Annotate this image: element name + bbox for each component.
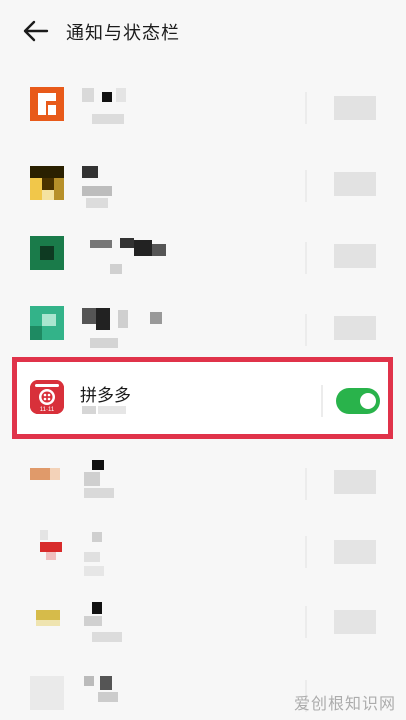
top-bar: 通知与状态栏 (0, 0, 406, 62)
back-arrow-icon[interactable] (22, 18, 50, 44)
pinduoduo-app-icon: 11·11 (30, 380, 64, 414)
divider (321, 385, 323, 417)
app-icon (30, 166, 64, 200)
app-icon (30, 306, 64, 340)
divider (305, 314, 307, 346)
notification-toggle[interactable] (334, 244, 376, 268)
app-icon (30, 87, 64, 121)
notification-toggle[interactable] (334, 540, 376, 564)
notification-toggle[interactable] (334, 96, 376, 120)
app-icon (30, 530, 64, 564)
notification-toggle-switch[interactable] (336, 388, 380, 414)
app-name: 拼多多 (80, 386, 131, 406)
app-icon (30, 236, 64, 270)
divider (305, 468, 307, 500)
toggle-knob (360, 393, 376, 409)
page-title: 通知与状态栏 (66, 23, 180, 44)
app-subtitle-redacted (82, 406, 128, 415)
divider (305, 242, 307, 274)
divider (305, 536, 307, 568)
notification-toggle[interactable] (334, 610, 376, 634)
app-icon (30, 460, 64, 494)
app-icon (30, 600, 64, 634)
notification-toggle[interactable] (334, 172, 376, 196)
watermark-text: 爱创根知识网 (293, 694, 396, 713)
notification-toggle[interactable] (334, 316, 376, 340)
divider (305, 606, 307, 638)
app-icon (30, 676, 64, 710)
notification-toggle[interactable] (334, 470, 376, 494)
icon-badge-text: 11·11 (40, 407, 55, 413)
divider (305, 92, 307, 124)
divider (305, 170, 307, 202)
